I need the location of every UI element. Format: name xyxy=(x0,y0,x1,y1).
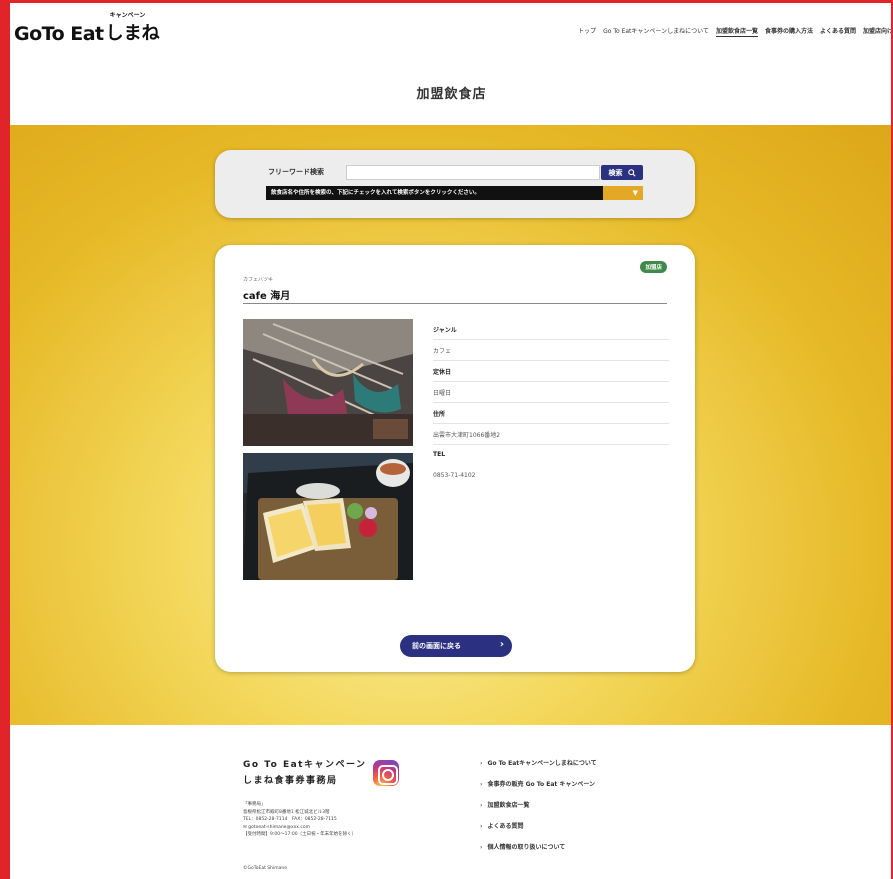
status-badge: 加盟店 xyxy=(640,261,667,273)
store-detail-card: 加盟店 カフェハツキ cafe 海月 ジャンル カフェ 定休日 日曜日 住所 出… xyxy=(215,245,695,672)
footer-address-line: 【受付時間】9:00～17:00（土日祝・年末年始を除く） xyxy=(243,832,357,837)
footer-link-faq[interactable]: よくある質問 xyxy=(480,821,597,842)
nav-top[interactable]: トップ xyxy=(578,26,596,37)
back-button-label: 前の画面に戻る xyxy=(412,642,461,650)
page-title: 加盟飲食店 xyxy=(416,87,487,102)
logo-shimane: キャンペーン しまね xyxy=(105,12,160,45)
site-logo[interactable]: GoTo Eat キャンペーン しまね xyxy=(14,12,160,45)
store-photo-interior xyxy=(243,319,413,446)
info-tel-value[interactable]: 0853-71-4102 xyxy=(433,466,669,487)
logo-goto-eat: GoTo Eat xyxy=(14,23,104,45)
search-panel: フリーワード検索 検索 飲食店名や住所を検索の、下記にチェックを入れて検索ボタン… xyxy=(215,150,695,218)
store-furigana: カフェハツキ xyxy=(243,277,274,283)
copyright: ©GoToEat Shimane xyxy=(243,866,287,871)
window-frame-left xyxy=(0,0,10,879)
store-photo-food xyxy=(243,453,413,580)
chevron-down-icon[interactable]: ▼ xyxy=(603,186,643,200)
interior-image xyxy=(243,319,413,446)
chevron-right-icon: › xyxy=(499,639,504,650)
footer-address-line: ✉ gotoeat-shimane@xxx.com xyxy=(243,824,310,830)
footer-link-privacy[interactable]: 個人情報の取り扱いについて xyxy=(480,842,597,863)
info-genre-value: カフェ xyxy=(433,340,669,361)
footer-address-line: 「事務局」 xyxy=(243,802,266,807)
logo-campaign: キャンペーン xyxy=(109,12,146,19)
global-nav: トップ Go To Eatキャンペーンしまねについて 加盟飲食店一覧 食事券の購… xyxy=(578,26,893,37)
footer-link-stores[interactable]: 加盟飲食店一覧 xyxy=(480,800,597,821)
footer-org-line1: Go To Eatキャンペーン xyxy=(243,760,367,770)
footer-address-line: TEL：0852-28-7114 FAX：0852-28-7115 xyxy=(243,817,337,822)
footer-address-line: 島根県松江市殿町8番地1 松江城北ビル3階 xyxy=(243,809,330,815)
info-holiday-label: 定休日 xyxy=(433,361,669,382)
search-input[interactable] xyxy=(346,165,600,180)
info-holiday-value: 日曜日 xyxy=(433,382,669,403)
footer-link-about[interactable]: Go To Eatキャンペーンしまねについて xyxy=(480,758,596,779)
nav-faq[interactable]: よくある質問 xyxy=(820,26,856,37)
footer-org-name: Go To Eatキャンペーン しまね食事券事務局 xyxy=(243,757,367,789)
store-name: cafe 海月 xyxy=(243,291,291,302)
nav-for-stores[interactable]: 加盟店向け xyxy=(863,26,893,37)
footer-link-sales[interactable]: 食事券の販売 Go To Eat キャンペーン xyxy=(480,779,597,800)
info-address-label: 住所 xyxy=(433,403,669,424)
site-footer: Go To Eatキャンペーン しまね食事券事務局 「事務局」 島根県松江市殿町… xyxy=(10,725,893,879)
info-tel-label: TEL xyxy=(433,451,446,458)
search-button[interactable]: 検索 xyxy=(601,165,643,180)
instagram-icon[interactable] xyxy=(373,760,399,786)
store-info-table: ジャンル カフェ 定休日 日曜日 住所 出雲市大津町1066番地2 TEL 08… xyxy=(433,319,669,487)
search-icon xyxy=(627,168,636,177)
search-notice: 飲食店名や住所を検索の、下記にチェックを入れて検索ボタンをクリックください。 xyxy=(266,186,603,200)
info-address-value: 出雲市大津町1066番地2 xyxy=(433,424,669,445)
info-genre-label: ジャンル xyxy=(433,319,669,340)
food-image xyxy=(243,453,413,580)
search-button-label: 検索 xyxy=(608,168,623,177)
nav-stores[interactable]: 加盟飲食店一覧 xyxy=(715,26,758,37)
site-header: GoTo Eat キャンペーン しまね トップ Go To Eatキャンペーンし… xyxy=(10,3,893,125)
footer-org-line2: しまね食事券事務局 xyxy=(243,776,338,786)
content-band: フリーワード検索 検索 飲食店名や住所を検索の、下記にチェックを入れて検索ボタン… xyxy=(10,125,893,725)
divider xyxy=(243,303,667,304)
nav-purchase[interactable]: 食事券の購入方法 xyxy=(765,26,813,37)
nav-about[interactable]: Go To Eatキャンペーンしまねについて xyxy=(603,26,709,37)
logo-shimane-text: しまね xyxy=(105,23,160,44)
back-button[interactable]: 前の画面に戻る › xyxy=(400,635,512,657)
search-label: フリーワード検索 xyxy=(268,168,324,176)
footer-address: 「事務局」 島根県松江市殿町8番地1 松江城北ビル3階 TEL：0852-28-… xyxy=(243,801,356,839)
footer-links: Go To Eatキャンペーンしまねについて 食事券の販売 Go To Eat … xyxy=(480,758,597,863)
